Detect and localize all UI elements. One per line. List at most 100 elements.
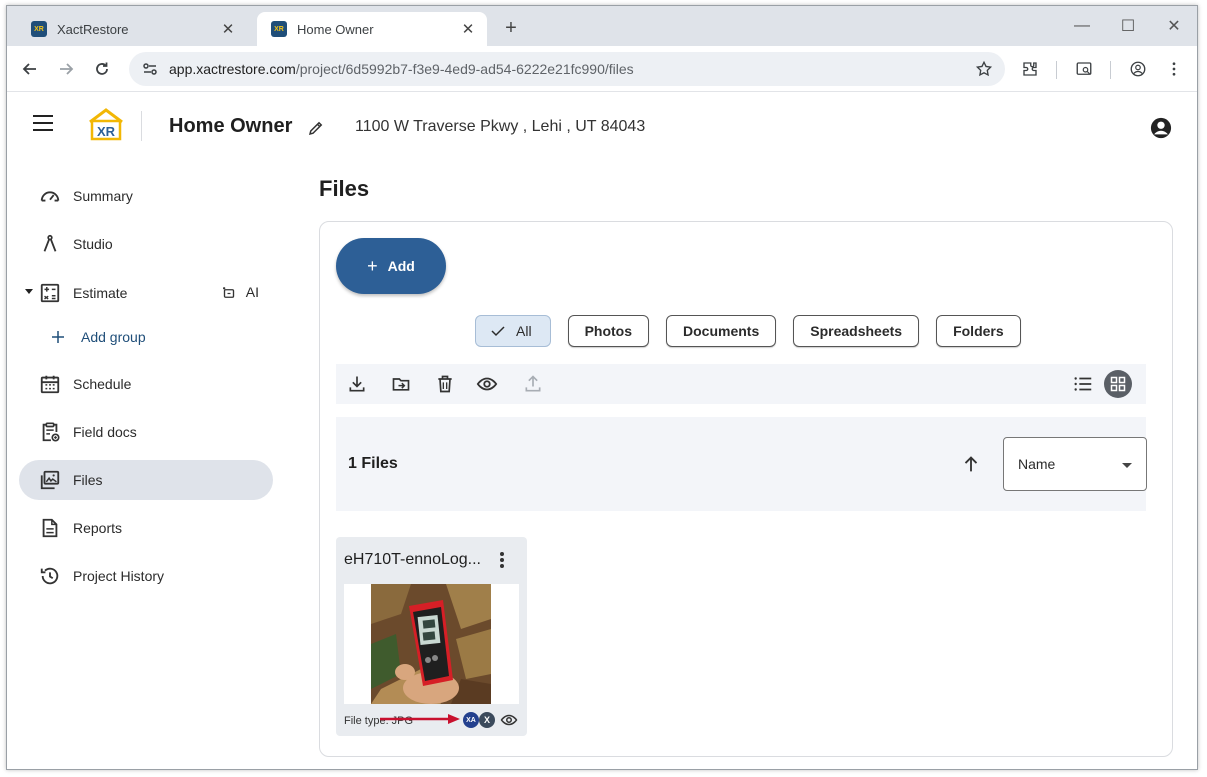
sidebar-item-add-group[interactable]: Add group <box>19 317 273 357</box>
extensions-icon[interactable] <box>1017 56 1043 82</box>
sort-field-select[interactable]: Name <box>1003 437 1147 491</box>
sort-direction-arrow-icon[interactable] <box>960 453 982 475</box>
browser-toolbar: app.xactrestore.com/project/6d5992b7-f3e… <box>7 46 1197 92</box>
tab-xactrestore[interactable]: XR XactRestore ✕ <box>17 12 247 46</box>
toolbar-separator <box>1056 61 1057 79</box>
arrow-forward-icon <box>60 63 74 75</box>
site-settings-icon[interactable] <box>141 60 159 78</box>
project-address: 1100 W Traverse Pkwy , Lehi , UT 84043 <box>355 118 646 135</box>
close-window-button[interactable]: ✕ <box>1151 12 1197 40</box>
app-header: XR Home Owner 1100 W Traverse Pkwy , Leh… <box>7 93 1197 157</box>
xa-integration-badge[interactable]: XA <box>463 712 479 728</box>
files-panel: + Add All Photos Documents Spreadsheets … <box>319 221 1173 757</box>
annotation-arrow-icon <box>380 714 460 724</box>
tab-search-icon[interactable] <box>1071 56 1097 82</box>
arrow-back-icon <box>22 63 36 75</box>
plus-icon <box>47 326 69 348</box>
back-button[interactable] <box>17 56 43 82</box>
account-circle-icon[interactable] <box>1150 117 1172 139</box>
forward-button[interactable] <box>53 56 79 82</box>
sidebar-item-studio[interactable]: Studio <box>19 224 273 264</box>
file-card[interactable]: eH710T-ennoLog... File type: JPG XA X <box>336 537 527 736</box>
move-to-folder-icon[interactable] <box>390 373 412 395</box>
tab-home-owner[interactable]: XR Home Owner ✕ <box>257 12 487 46</box>
upload-icon[interactable] <box>522 373 544 395</box>
page-title: Files <box>319 176 370 201</box>
sidebar-item-label: Summary <box>73 188 133 204</box>
add-file-button[interactable]: + Add <box>336 238 446 294</box>
sidebar-item-estimate[interactable]: Estimate AI <box>19 273 273 313</box>
calculator-icon <box>39 282 61 304</box>
list-view-icon[interactable] <box>1072 373 1094 395</box>
maximize-button[interactable]: ☐ <box>1105 12 1151 40</box>
plus-icon: + <box>367 255 378 276</box>
hamburger-menu-icon[interactable] <box>33 115 53 131</box>
sidebar-item-label: Reports <box>73 520 123 536</box>
filter-chip-folders[interactable]: Folders <box>936 315 1021 347</box>
sidebar-item-schedule[interactable]: Schedule <box>19 364 273 404</box>
check-icon <box>491 326 505 337</box>
close-tab-icon[interactable]: ✕ <box>459 20 477 38</box>
file-type-filters: All Photos Documents Spreadsheets Folder… <box>475 315 1021 349</box>
project-title: Home Owner <box>169 115 293 137</box>
minimize-button[interactable]: — <box>1059 12 1105 40</box>
xr-favicon-icon: XR <box>31 21 47 37</box>
sidebar-item-label: Files <box>73 472 103 488</box>
file-action-bar <box>336 364 1146 404</box>
reload-icon <box>96 62 108 75</box>
new-tab-button[interactable]: + <box>499 16 523 40</box>
delete-icon[interactable] <box>434 373 456 395</box>
filter-chip-photos[interactable]: Photos <box>567 315 650 347</box>
close-tab-icon[interactable]: ✕ <box>219 20 237 38</box>
filter-chip-spreadsheets[interactable]: Spreadsheets <box>793 315 920 347</box>
filter-chip-all[interactable]: All <box>475 315 551 347</box>
expand-caret-icon[interactable] <box>25 289 33 294</box>
url-text: app.xactrestore.com/project/6d5992b7-f3e… <box>169 61 634 77</box>
compass-icon <box>39 233 61 255</box>
sort-bar: 1 Files Name <box>336 417 1147 511</box>
more-options-icon[interactable] <box>492 549 512 571</box>
profile-icon[interactable] <box>1125 56 1151 82</box>
ai-label: AI <box>245 284 259 300</box>
tab-bar: XR XactRestore ✕ XR Home Owner ✕ + — ☐ ✕ <box>7 6 1197 46</box>
speedometer-icon <box>39 185 61 207</box>
filter-chip-documents[interactable]: Documents <box>666 315 777 347</box>
preview-eye-icon[interactable] <box>476 373 498 395</box>
document-icon <box>39 517 61 539</box>
sidebar-item-label: Studio <box>73 236 113 252</box>
sidebar-nav: Summary Studio Estimate AI Add group Sch… <box>7 157 287 769</box>
sidebar-item-label: Schedule <box>73 376 132 392</box>
sidebar-item-reports[interactable]: Reports <box>19 508 273 548</box>
x-integration-badge[interactable]: X <box>479 712 495 728</box>
history-icon <box>39 565 61 587</box>
header-divider <box>141 111 142 141</box>
sidebar-item-files[interactable]: Files <box>19 460 273 500</box>
field-docs-icon <box>39 421 61 443</box>
browser-menu-icon[interactable] <box>1161 56 1187 82</box>
add-label: Add <box>387 258 415 274</box>
bookmark-star-icon[interactable] <box>971 56 997 82</box>
xactrestore-logo: XR <box>89 108 123 141</box>
sidebar-item-field-docs[interactable]: Field docs <box>19 412 273 452</box>
grid-view-icon <box>1110 376 1126 392</box>
svg-text:XR: XR <box>97 124 116 139</box>
reload-button[interactable] <box>89 56 115 82</box>
edit-pencil-icon[interactable] <box>307 119 325 137</box>
toolbar-separator <box>1110 61 1111 79</box>
file-name: eH710T-ennoLog... <box>344 551 481 568</box>
estimate-ai-button[interactable]: AI <box>220 283 259 301</box>
ai-sparkle-icon <box>222 287 234 298</box>
calendar-icon <box>39 373 61 395</box>
card-preview-eye-icon[interactable] <box>499 711 519 729</box>
address-bar[interactable]: app.xactrestore.com/project/6d5992b7-f3e… <box>129 52 1005 86</box>
sort-field-value: Name <box>1018 456 1056 472</box>
xr-favicon-icon: XR <box>271 21 287 37</box>
moisture-meter-photo <box>371 584 491 704</box>
sidebar-item-summary[interactable]: Summary <box>19 176 273 216</box>
file-thumbnail[interactable] <box>344 584 519 704</box>
grid-view-button[interactable] <box>1104 370 1132 398</box>
download-icon[interactable] <box>346 373 368 395</box>
sidebar-item-project-history[interactable]: Project History <box>19 556 273 596</box>
dropdown-caret-icon <box>1122 463 1132 468</box>
sidebar-item-label: Project History <box>73 568 165 584</box>
